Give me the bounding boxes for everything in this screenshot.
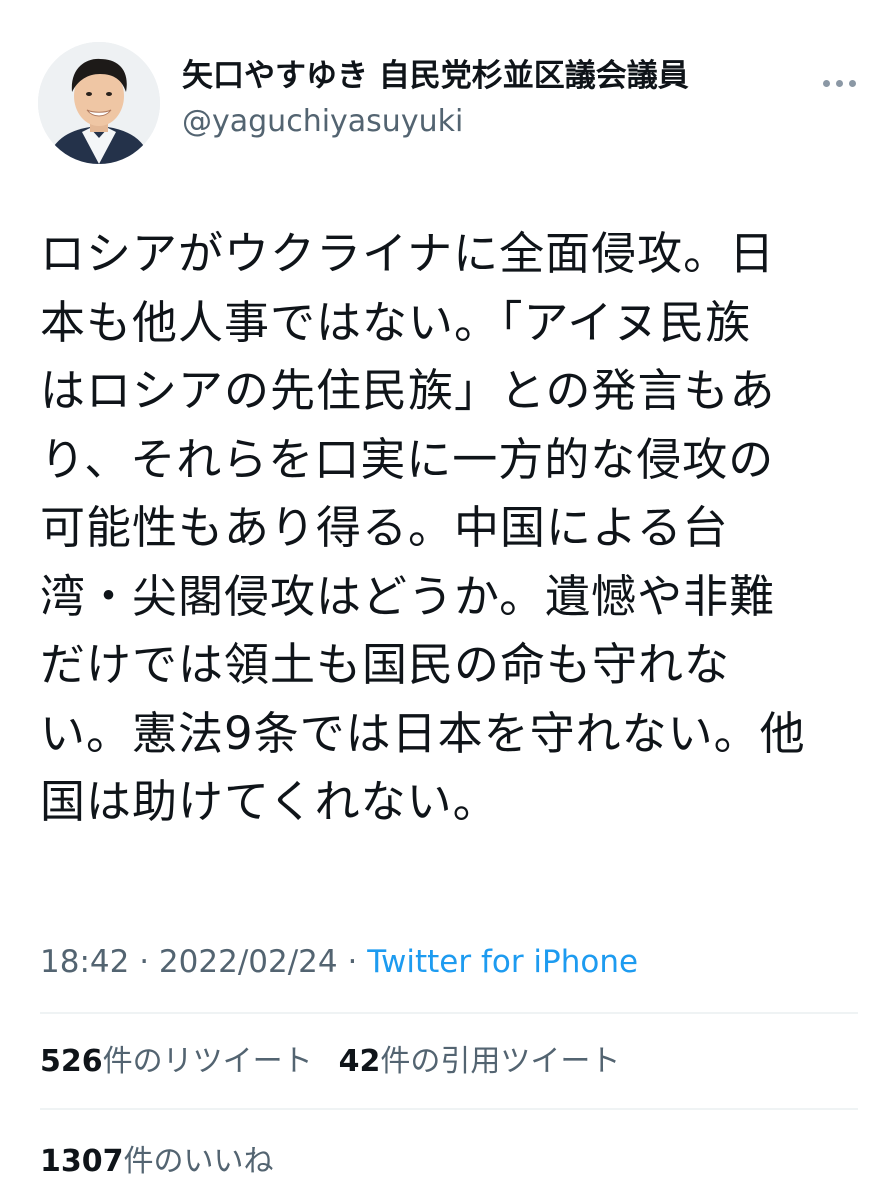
engagement-stats-row: 526件のリツイート 42件の引用ツイート <box>40 1040 620 1084</box>
quotes-label: 件の引用ツイート <box>380 1044 621 1079</box>
author-handle[interactable]: @yaguchiyasuyuki <box>182 102 689 142</box>
meta-separator: · <box>347 944 358 980</box>
more-horizontal-icon <box>822 79 830 87</box>
tweet-date[interactable]: 2022/02/24 <box>159 944 338 980</box>
tweet-time[interactable]: 18:42 <box>40 944 129 980</box>
retweets-label: 件のリツイート <box>102 1044 313 1079</box>
meta-separator: · <box>139 944 150 980</box>
tweet-header: 矢口やすゆき 自民党杉並区議会議員 @yaguchiyasuyuki <box>38 40 858 164</box>
retweets-count: 526 <box>40 1044 103 1079</box>
tweet-card: 矢口やすゆき 自民党杉並区議会議員 @yaguchiyasuyuki ロシアがウ… <box>0 0 896 1200</box>
quotes-count: 42 <box>338 1044 381 1079</box>
tweet-meta: 18:42 · 2022/02/24 · Twitter for iPhone <box>40 940 638 984</box>
author-display-name[interactable]: 矢口やすゆき 自民党杉並区議会議員 <box>182 56 689 96</box>
avatar[interactable] <box>38 42 160 164</box>
profile-photo <box>38 42 160 164</box>
retweets-stat[interactable]: 526件のリツイート <box>40 1044 313 1079</box>
quote-tweets-stat[interactable]: 42件の引用ツイート <box>339 1044 621 1079</box>
tweet-text: ロシアがウクライナに全面侵攻。日 本も他人事ではない。「アイヌ民族 はロシアの先… <box>40 227 806 828</box>
more-horizontal-icon <box>835 79 843 87</box>
author-names: 矢口やすゆき 自民党杉並区議会議員 @yaguchiyasuyuki <box>182 56 689 142</box>
tweet-source-link[interactable]: Twitter for iPhone <box>367 944 638 980</box>
likes-stat[interactable]: 1307件のいいね <box>40 1144 274 1179</box>
more-options-button[interactable] <box>816 68 862 98</box>
likes-count: 1307 <box>40 1144 124 1179</box>
divider <box>40 1012 858 1014</box>
likes-label: 件のいいね <box>123 1144 274 1179</box>
likes-stats-row: 1307件のいいね <box>40 1140 274 1184</box>
more-horizontal-icon <box>848 79 856 87</box>
divider <box>40 1108 858 1110</box>
